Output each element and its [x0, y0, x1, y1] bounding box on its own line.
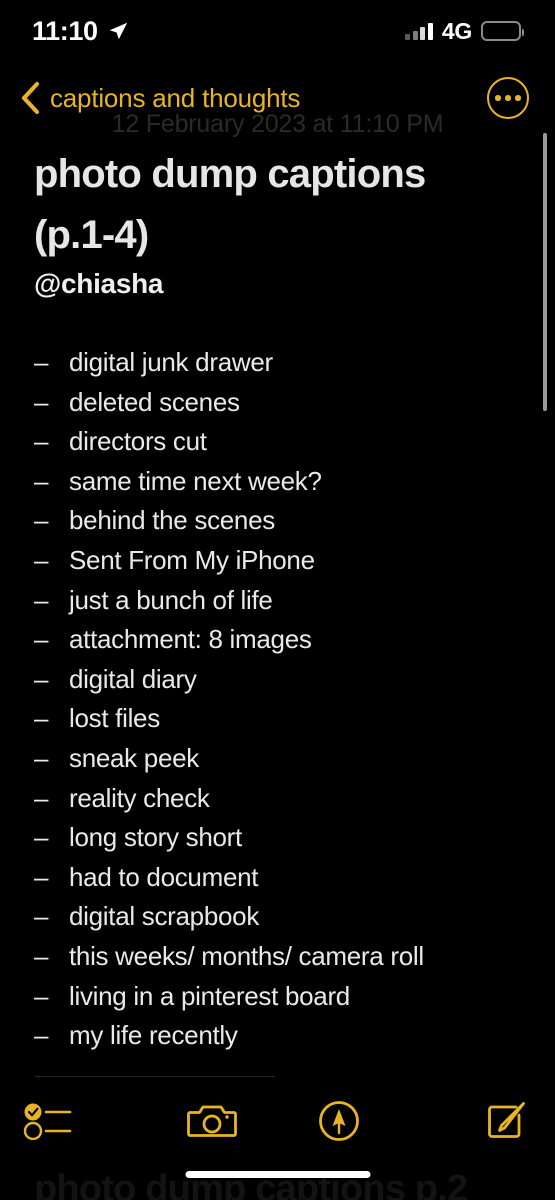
list-item: – attachment: 8 images — [34, 624, 534, 664]
list-item-label: long story short — [69, 822, 242, 853]
list-bullet: – — [34, 822, 49, 853]
list-item-label: just a bunch of life — [69, 584, 273, 615]
list-bullet: – — [34, 782, 49, 813]
list-item-label: my life recently — [69, 1020, 238, 1051]
list-item: – digital scrapbook — [34, 901, 534, 941]
list-item-label: had to document — [69, 861, 259, 892]
list-bullet: – — [34, 544, 49, 575]
checklist-button[interactable] — [0, 1085, 149, 1157]
list-item: – my life recently — [34, 1020, 534, 1060]
phone-screen: 11:10 4G captions and thoughts 12 Februa… — [0, 0, 555, 1200]
status-bar-right: 4G — [405, 17, 524, 44]
list-item: – long story short — [34, 822, 534, 862]
list-item: – digital diary — [34, 664, 534, 704]
list-item-label: digital junk drawer — [69, 347, 273, 377]
list-item: – sneak peek — [34, 743, 534, 783]
list-item: – deleted scenes — [34, 387, 534, 427]
list-item-label: directors cut — [69, 426, 207, 457]
list-item: – had to document — [34, 862, 534, 902]
list-item: – just a bunch of life — [34, 585, 534, 625]
list-bullet: – — [34, 465, 49, 496]
list-item: – Sent From My iPhone — [34, 545, 534, 585]
ellipsis-dot — [505, 95, 511, 101]
ellipsis-dot — [515, 95, 521, 101]
list-bullet: – — [34, 624, 49, 655]
ellipsis-dot — [495, 95, 501, 101]
list-item: – this weeks/ months/ camera roll — [34, 941, 534, 981]
note-content[interactable]: 12 February 2023 at 11:10 PM photo dump … — [0, 110, 555, 1065]
list-bullet: – — [34, 1020, 49, 1051]
list-item-label: sneak peek — [69, 742, 199, 773]
list-item: – digital junk drawer — [34, 347, 534, 387]
list-item-label: Sent From My iPhone — [69, 544, 315, 575]
battery-icon — [481, 21, 524, 41]
location-arrow-icon — [109, 22, 127, 40]
list-item-label: lost files — [69, 703, 160, 734]
status-bar-left: 11:10 — [32, 15, 129, 46]
home-indicator[interactable] — [185, 1171, 370, 1178]
compose-button[interactable] — [402, 1085, 555, 1157]
list-bullet: – — [34, 386, 49, 417]
bottom-toolbar — [0, 1085, 555, 1157]
note-author-handle: @chiasha — [34, 268, 164, 299]
list-bullet: – — [34, 505, 49, 536]
list-bullet: – — [34, 940, 49, 971]
list-bullet: – — [34, 584, 49, 615]
list-bullet: – — [34, 426, 49, 457]
camera-icon — [187, 1105, 238, 1137]
markup-button[interactable] — [276, 1085, 403, 1157]
list-bullet: – — [34, 703, 49, 734]
note-timestamp: 12 February 2023 at 11:10 PM — [111, 110, 444, 138]
list-item-label: digital diary — [69, 663, 197, 694]
list-item: – living in a pinterest board — [34, 981, 534, 1021]
list-item-label: living in a pinterest board — [69, 980, 350, 1011]
toolbar-divider — [35, 1076, 275, 1077]
list-item-label: reality check — [69, 782, 210, 813]
markup-pen-icon — [318, 1101, 359, 1141]
caption-list: – digital junk drawer – deleted scenes – di… — [34, 347, 534, 1060]
list-bullet: – — [34, 347, 49, 377]
note-title: photo dump captions (p.1-4) — [34, 152, 426, 257]
list-item-label: this weeks/ months/ camera roll — [69, 940, 424, 971]
list-item-label: digital scrapbook — [69, 901, 260, 932]
list-item: – reality check — [34, 783, 534, 823]
list-item: – behind the scenes — [34, 505, 534, 545]
back-button-label: captions and thoughts — [50, 83, 301, 113]
list-bullet: – — [34, 663, 49, 694]
camera-button[interactable] — [149, 1085, 276, 1157]
compose-icon — [488, 1102, 525, 1138]
vertical-scrollbar[interactable] — [543, 133, 547, 411]
list-item-label: behind the scenes — [69, 505, 275, 536]
list-item: – directors cut — [34, 426, 534, 466]
list-bullet: – — [34, 861, 49, 892]
status-bar-time: 11:10 — [32, 15, 98, 46]
list-bullet: – — [34, 901, 49, 932]
list-item-label: attachment: 8 images — [69, 624, 312, 655]
list-item-label: same time next week? — [69, 465, 322, 496]
list-item: – same time next week? — [34, 466, 534, 506]
list-item-label: deleted scenes — [69, 386, 240, 417]
list-bullet: – — [34, 980, 49, 1011]
list-bullet: – — [34, 742, 49, 773]
list-item: – lost files — [34, 703, 534, 743]
status-bar: 11:10 4G — [0, 0, 555, 62]
network-type-label: 4G — [441, 17, 472, 44]
cellular-signal-icon — [405, 22, 433, 40]
checklist-icon — [23, 1103, 72, 1140]
